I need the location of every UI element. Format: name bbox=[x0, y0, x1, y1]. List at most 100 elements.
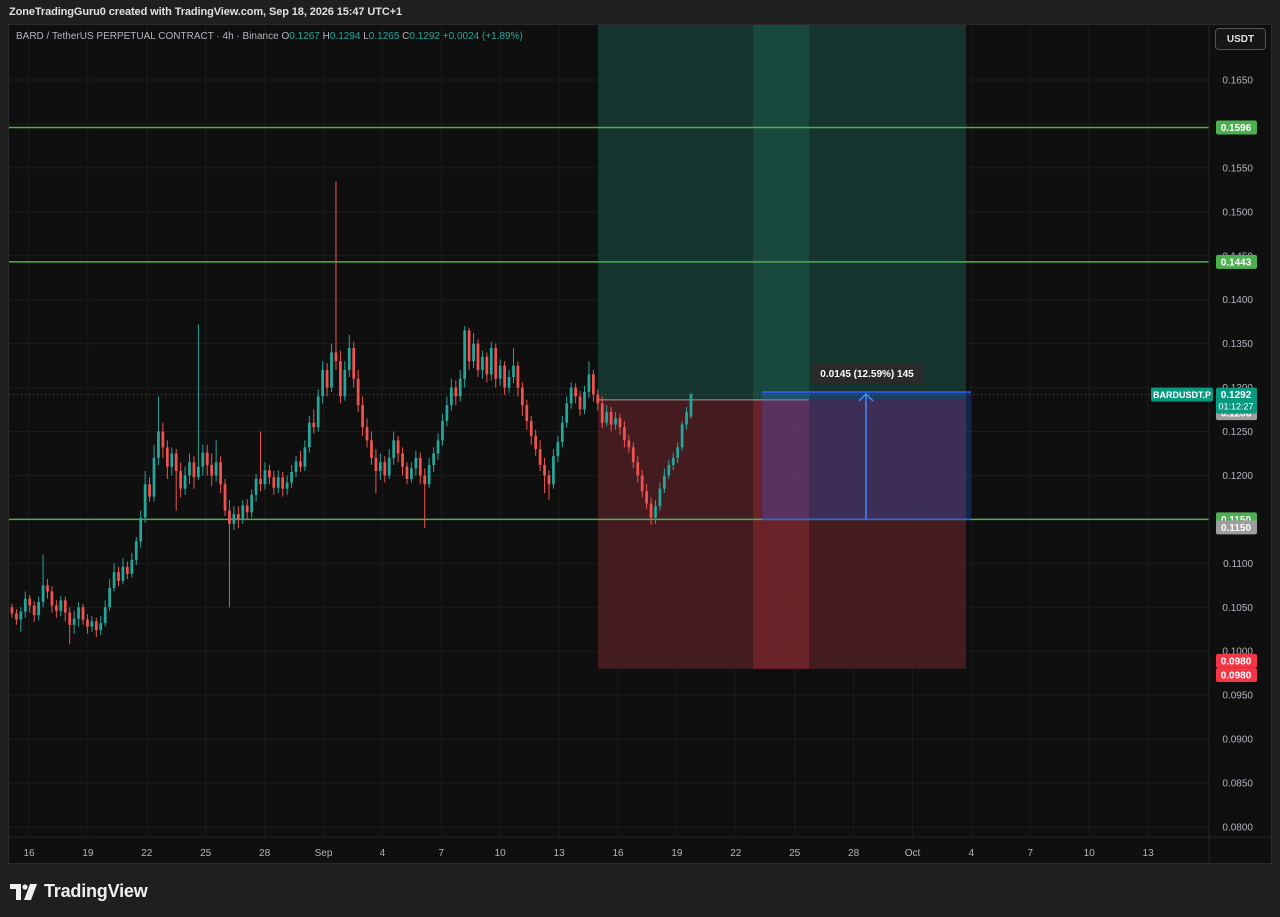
symbol-tag: BARDUSDT.P bbox=[1153, 390, 1211, 400]
time-tick-label: 4 bbox=[969, 848, 975, 859]
price-chart[interactable]: 0.0145 (12.59%) 1450.16500.16000.15500.1… bbox=[9, 25, 1273, 865]
tradingview-logo-icon bbox=[10, 883, 37, 900]
candle-body bbox=[325, 370, 329, 388]
candle-body bbox=[667, 464, 671, 476]
candle-body bbox=[543, 464, 546, 476]
candle-body bbox=[165, 447, 169, 467]
chart-pane[interactable]: 0.0145 (12.59%) 1450.16500.16000.15500.1… bbox=[8, 24, 1273, 865]
time-tick-label: Sep bbox=[315, 848, 333, 859]
candle-body bbox=[547, 475, 551, 485]
time-tick-label: 19 bbox=[671, 848, 683, 859]
candle-body bbox=[23, 598, 27, 612]
time-tick-label: 25 bbox=[200, 848, 212, 859]
candle-body bbox=[441, 420, 444, 441]
time-highlight-target bbox=[753, 25, 809, 400]
candle-body bbox=[374, 457, 378, 472]
price-tick-label: 0.0900 bbox=[1222, 735, 1253, 746]
candle-body bbox=[139, 517, 143, 542]
price-tick-label: 0.1350 bbox=[1222, 339, 1253, 350]
candle-body bbox=[134, 541, 138, 560]
candle-body bbox=[281, 477, 285, 489]
candle-body bbox=[59, 600, 63, 611]
candle-body bbox=[680, 424, 684, 448]
candle-body bbox=[481, 356, 484, 371]
currency-button[interactable]: USDT bbox=[1215, 28, 1266, 50]
candle-body bbox=[565, 403, 569, 423]
candle-body bbox=[290, 471, 293, 483]
close-value: 0.1292 bbox=[409, 31, 440, 42]
candle-body bbox=[605, 412, 609, 423]
candle-body bbox=[378, 462, 382, 472]
candle-body bbox=[285, 482, 289, 489]
candle-body bbox=[303, 447, 307, 467]
brand-name: TradingView bbox=[44, 881, 148, 901]
candle-body bbox=[334, 352, 338, 362]
candle-body bbox=[534, 435, 538, 450]
candle-body bbox=[46, 585, 49, 592]
candle-body bbox=[516, 365, 520, 388]
candle-body bbox=[410, 468, 413, 479]
candle-body bbox=[658, 488, 662, 507]
candle-body bbox=[77, 607, 80, 619]
candle-body bbox=[268, 470, 271, 478]
candle-body bbox=[170, 453, 174, 467]
time-tick-label: 28 bbox=[259, 848, 271, 859]
candle-body bbox=[401, 453, 404, 467]
candle-body bbox=[405, 466, 409, 479]
candle-body bbox=[72, 618, 76, 625]
candle-body bbox=[245, 505, 249, 513]
time-tick-label: 10 bbox=[1084, 848, 1096, 859]
candle-body bbox=[219, 462, 222, 485]
candle-body bbox=[214, 462, 218, 476]
candle-body bbox=[321, 370, 325, 397]
candle-body bbox=[654, 506, 657, 518]
candle-body bbox=[339, 361, 342, 397]
candle-body bbox=[250, 494, 254, 513]
candle-body bbox=[94, 621, 98, 631]
symbol-legend: BARD / TetherUS PERPETUAL CONTRACT · 4h … bbox=[16, 31, 523, 42]
brand: TradingView bbox=[10, 881, 148, 902]
time-tick-label: 19 bbox=[82, 848, 94, 859]
time-tick-label: 25 bbox=[789, 848, 801, 859]
candle-body bbox=[103, 607, 107, 624]
candle-body bbox=[591, 374, 595, 395]
candle-body bbox=[294, 461, 298, 472]
candle-body bbox=[512, 365, 515, 378]
candle-body bbox=[552, 456, 555, 485]
time-tick-label: 13 bbox=[1143, 848, 1155, 859]
time-axis: 16 19 22 25 28 Sep 4 7 10 13 16 19 22 25 28 Oct 4 7 10 13 bbox=[9, 836, 1273, 859]
candle-body bbox=[343, 370, 347, 397]
candle-body bbox=[485, 356, 489, 375]
candle-body bbox=[596, 394, 600, 404]
candle-body bbox=[117, 572, 120, 581]
candle-body bbox=[370, 440, 373, 458]
candle-body bbox=[192, 462, 196, 478]
candle-body bbox=[609, 412, 613, 425]
candle-body bbox=[472, 343, 475, 362]
candle-body bbox=[161, 431, 165, 448]
time-tick-label: 16 bbox=[23, 848, 35, 859]
candle-body bbox=[445, 405, 449, 421]
candle-body bbox=[197, 466, 200, 478]
time-tick-label: 22 bbox=[141, 848, 153, 859]
candle-body bbox=[525, 405, 529, 421]
candle-body bbox=[205, 452, 209, 465]
candle-body bbox=[383, 462, 387, 476]
candle-body bbox=[432, 453, 435, 465]
candle-body bbox=[623, 427, 626, 441]
candle-body bbox=[614, 418, 617, 425]
price-tick-label: 0.1100 bbox=[1223, 559, 1253, 570]
candle-body bbox=[201, 452, 205, 467]
candle-body bbox=[121, 566, 125, 581]
time-tick-label: 13 bbox=[554, 848, 566, 859]
candle-body bbox=[148, 484, 151, 497]
candle-body bbox=[63, 600, 67, 613]
candle-body bbox=[689, 394, 693, 417]
time-tick-label: 7 bbox=[1028, 848, 1034, 859]
candle-body bbox=[538, 449, 542, 465]
candle-body bbox=[392, 440, 396, 458]
candle-body bbox=[498, 365, 502, 379]
candles bbox=[10, 181, 693, 645]
candle-body bbox=[179, 471, 183, 489]
candle-body bbox=[50, 591, 54, 606]
